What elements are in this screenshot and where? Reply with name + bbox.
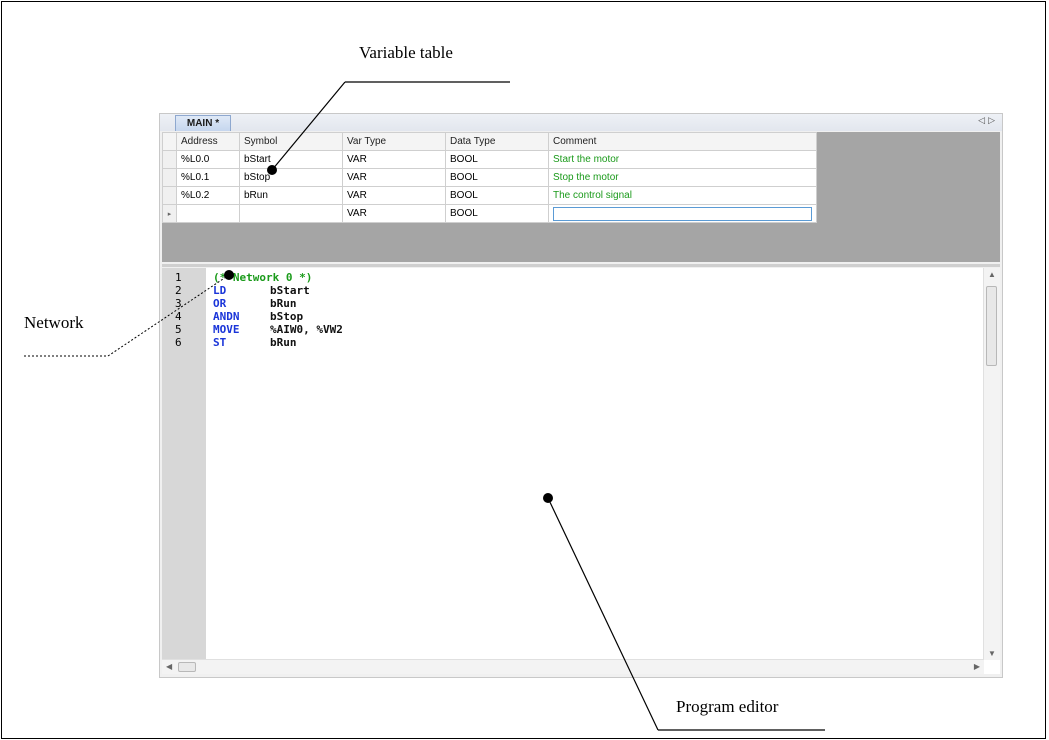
table-row[interactable]: %L0.1 bStop VAR BOOL Stop the motor bbox=[162, 168, 817, 187]
vertical-scroll-thumb[interactable] bbox=[986, 286, 997, 366]
line-number: 3 bbox=[175, 297, 182, 310]
symbol-cell[interactable]: bStart bbox=[239, 150, 343, 169]
instruction-operand[interactable]: bRun bbox=[270, 297, 297, 310]
var-type-cell[interactable]: VAR bbox=[342, 168, 446, 187]
program-editor-callout: Program editor bbox=[676, 697, 779, 716]
instruction-opcode[interactable]: MOVE bbox=[213, 323, 240, 336]
address-cell[interactable]: %L0.1 bbox=[176, 168, 240, 187]
comment-edit-field[interactable] bbox=[553, 206, 812, 221]
scroll-up-icon[interactable]: ▲ bbox=[988, 270, 996, 279]
table-row[interactable]: %L0.0 bStart VAR BOOL Start the motor bbox=[162, 150, 817, 169]
var-type-cell[interactable]: VAR bbox=[342, 204, 446, 223]
instruction-operand[interactable]: %AIW0, %VW2 bbox=[270, 323, 343, 336]
table-row[interactable]: %L0.2 bRun VAR BOOL The control signal bbox=[162, 186, 817, 205]
row-selector-header bbox=[162, 132, 177, 151]
var-type-cell[interactable]: VAR bbox=[342, 150, 446, 169]
symbol-cell[interactable] bbox=[239, 204, 343, 223]
instruction-opcode[interactable]: ST bbox=[213, 336, 226, 349]
address-cell[interactable]: %L0.2 bbox=[176, 186, 240, 205]
tab-scroll-right-icon[interactable]: ▷ bbox=[988, 115, 998, 125]
table-header-row: Address Symbol Var Type Data Type Commen… bbox=[162, 132, 817, 151]
line-number: 5 bbox=[175, 323, 182, 336]
instruction-opcode[interactable]: LD bbox=[213, 284, 226, 297]
data-type-cell[interactable]: BOOL bbox=[445, 186, 549, 205]
variable-table: Address Symbol Var Type Data Type Commen… bbox=[162, 132, 817, 223]
var-type-cell[interactable]: VAR bbox=[342, 186, 446, 205]
row-selector[interactable] bbox=[162, 168, 177, 187]
tab-nav-arrows[interactable]: ◁▷ bbox=[978, 115, 998, 126]
row-selector[interactable] bbox=[162, 186, 177, 205]
line-number: 4 bbox=[175, 310, 182, 323]
column-header-data-type[interactable]: Data Type bbox=[445, 132, 549, 151]
tab-main[interactable]: MAIN * bbox=[175, 115, 231, 131]
scroll-left-icon[interactable]: ◀ bbox=[166, 662, 172, 671]
row-selector[interactable] bbox=[162, 150, 177, 169]
instruction-operand[interactable]: bStop bbox=[270, 310, 303, 323]
instruction-operand[interactable]: bRun bbox=[270, 336, 297, 349]
horizontal-scrollbar[interactable]: ◀ ▶ bbox=[162, 659, 984, 674]
tab-scroll-left-icon[interactable]: ◁ bbox=[978, 115, 988, 125]
address-cell[interactable] bbox=[176, 204, 240, 223]
line-number-gutter: 1 2 3 4 5 6 bbox=[162, 268, 206, 660]
variable-table-panel: Address Symbol Var Type Data Type Commen… bbox=[162, 132, 1000, 262]
line-number: 1 bbox=[175, 271, 182, 284]
column-header-symbol[interactable]: Symbol bbox=[239, 132, 343, 151]
comment-cell[interactable] bbox=[548, 204, 817, 223]
line-number: 6 bbox=[175, 336, 182, 349]
instruction-opcode[interactable]: OR bbox=[213, 297, 226, 310]
scroll-right-icon[interactable]: ▶ bbox=[974, 662, 980, 671]
vertical-scrollbar[interactable]: ▲ ▼ bbox=[983, 268, 1000, 660]
network-comment[interactable]: (* Network 0 *) bbox=[213, 271, 312, 284]
plc-editor-window: MAIN * ◁▷ Address Symbol Var Type Data T… bbox=[159, 113, 1003, 678]
data-type-cell[interactable]: BOOL bbox=[445, 150, 549, 169]
data-type-cell[interactable]: BOOL bbox=[445, 204, 549, 223]
network-callout: Network bbox=[24, 313, 84, 332]
scroll-down-icon[interactable]: ▼ bbox=[988, 649, 996, 658]
new-variable-row[interactable]: ▸ VAR BOOL bbox=[162, 204, 817, 223]
address-cell[interactable]: %L0.0 bbox=[176, 150, 240, 169]
instruction-opcode[interactable]: ANDN bbox=[213, 310, 240, 323]
data-type-cell[interactable]: BOOL bbox=[445, 168, 549, 187]
comment-cell[interactable]: Start the motor bbox=[548, 150, 817, 169]
current-row-marker-icon[interactable]: ▸ bbox=[162, 204, 177, 223]
instruction-operand[interactable]: bStart bbox=[270, 284, 310, 297]
column-header-comment[interactable]: Comment bbox=[548, 132, 817, 151]
comment-cell[interactable]: The control signal bbox=[548, 186, 817, 205]
program-editor[interactable]: 1 2 3 4 5 6 (* Network 0 *) LD bStart OR… bbox=[162, 268, 1000, 674]
symbol-cell[interactable]: bRun bbox=[239, 186, 343, 205]
variable-table-callout: Variable table bbox=[359, 43, 453, 62]
tab-strip: MAIN * ◁▷ bbox=[160, 114, 1002, 131]
line-number: 2 bbox=[175, 284, 182, 297]
column-header-address[interactable]: Address bbox=[176, 132, 240, 151]
symbol-cell[interactable]: bStop bbox=[239, 168, 343, 187]
comment-cell[interactable]: Stop the motor bbox=[548, 168, 817, 187]
column-header-var-type[interactable]: Var Type bbox=[342, 132, 446, 151]
horizontal-scroll-thumb[interactable] bbox=[178, 662, 196, 672]
panel-splitter[interactable] bbox=[162, 264, 1000, 267]
